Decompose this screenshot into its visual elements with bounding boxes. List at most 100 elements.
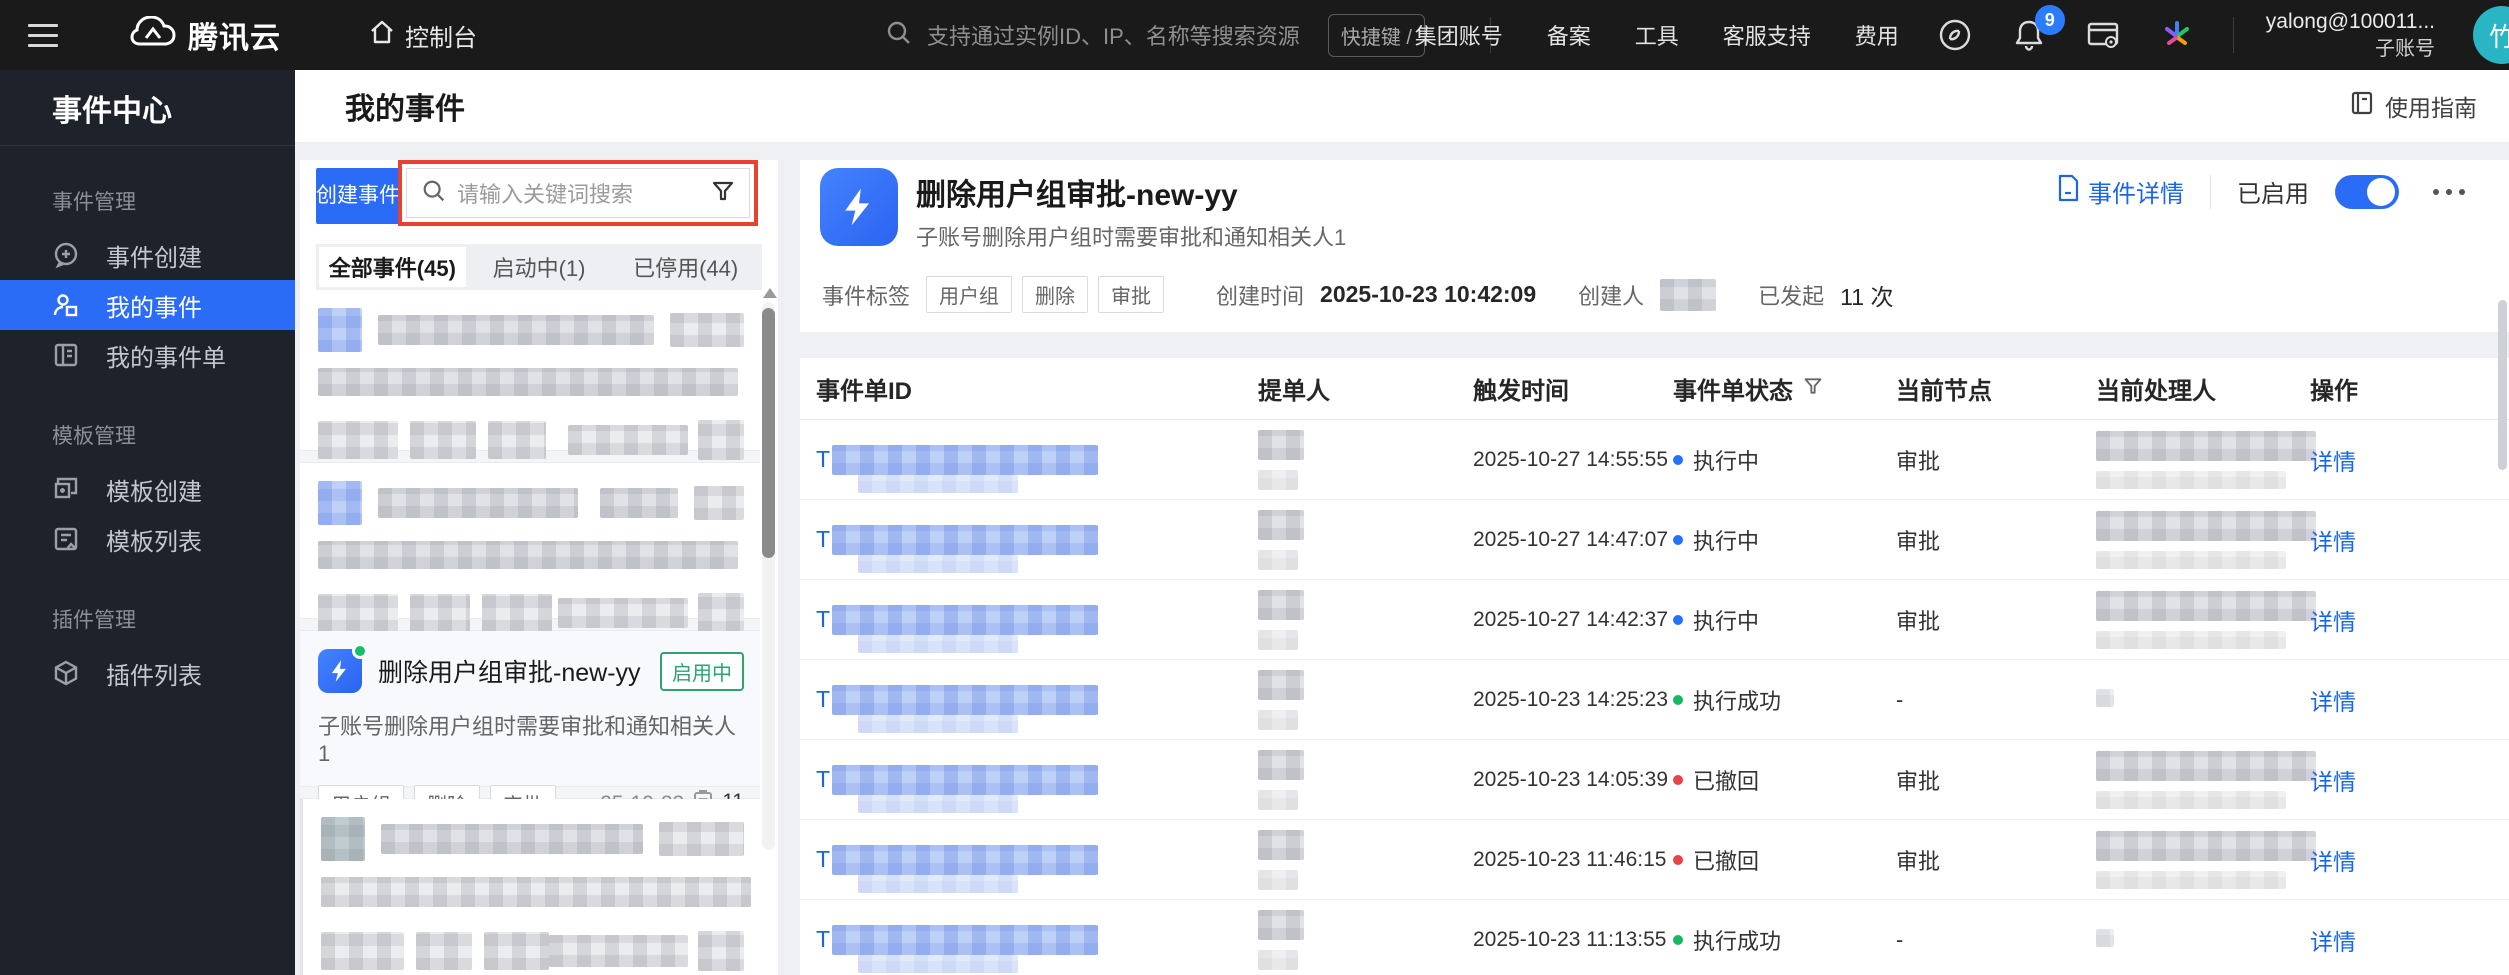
- col-current-node: 当前节点: [1896, 378, 1992, 405]
- sidebar-group-label: 事件管理: [52, 191, 136, 214]
- row-detail-link[interactable]: 详情: [2310, 529, 2356, 555]
- table-header-row: 事件单ID 提单人 触发时间 事件单状态 当前节点 当前处理人 操作: [800, 358, 2509, 420]
- enabled-toggle[interactable]: [2335, 174, 2399, 209]
- event-icon-redacted: [318, 481, 362, 525]
- current-handler: [2096, 687, 2310, 713]
- topbar-menu-item[interactable]: 集团账号: [1415, 19, 1503, 51]
- ticket-id-cell[interactable]: T: [816, 924, 1258, 973]
- row-detail-link[interactable]: 详情: [2310, 449, 2356, 475]
- handler-redacted: [2096, 590, 2316, 621]
- submitter-cell: [1258, 589, 1473, 650]
- table-row: T 2025-10-23 14:05:39 已撤回 审批 详情: [800, 740, 2509, 820]
- event-card-selected[interactable]: 删除用户组审批-new-yy 启用中 子账号删除用户组时需要审批和通知相关人1 …: [300, 631, 760, 822]
- hamburger-menu-icon[interactable]: [28, 23, 58, 47]
- enabled-label: 已启用: [2237, 181, 2309, 208]
- topbar-menu-item[interactable]: 费用: [1855, 19, 1899, 51]
- notification-badge: 9: [2034, 5, 2065, 35]
- current-node: 审批: [1896, 528, 1941, 554]
- tag: 用户组: [926, 276, 1013, 313]
- row-detail-link[interactable]: 详情: [2310, 609, 2356, 635]
- ticket-id-redacted: [832, 444, 1099, 475]
- submitter-redacted: [1258, 429, 1304, 460]
- status-filter-funnel-icon[interactable]: [1803, 375, 1823, 403]
- topbar-menu-item[interactable]: 工具: [1635, 19, 1679, 51]
- event-tab[interactable]: 全部事件(45): [319, 247, 466, 287]
- ticket-id-cell[interactable]: T: [816, 764, 1258, 813]
- creator-redacted: [1660, 278, 1717, 311]
- trigger-time: 2025-10-23 11:13:55: [1473, 927, 1667, 951]
- keyword-search-input[interactable]: 请输入关键词搜索: [406, 168, 750, 218]
- trigger-time: 2025-10-23 11:46:15: [1473, 847, 1667, 871]
- scrollbar-thumb[interactable]: [762, 308, 775, 558]
- topbar-menu-item[interactable]: 备案: [1547, 19, 1591, 51]
- event-card-redacted[interactable]: [300, 290, 760, 460]
- current-handler: [2096, 590, 2316, 649]
- current-node: 审批: [1896, 848, 1941, 874]
- col-ticket-status: 事件单状态: [1673, 378, 1793, 405]
- create-event-button[interactable]: 创建事件: [316, 168, 400, 224]
- current-handler: [2096, 430, 2316, 489]
- ticket-id-cell[interactable]: T: [816, 524, 1258, 573]
- event-card-redacted[interactable]: [300, 799, 760, 975]
- event-tab[interactable]: 启动中(1): [466, 247, 613, 287]
- sidebar-group-label: 模板管理: [52, 425, 136, 448]
- sidebar-item-我的事件单[interactable]: 我的事件单: [0, 330, 295, 380]
- sidebar-item-插件列表[interactable]: 插件列表: [0, 648, 295, 698]
- row-detail-link[interactable]: 详情: [2310, 929, 2356, 955]
- row-detail-link[interactable]: 详情: [2310, 849, 2356, 875]
- event-card-redacted[interactable]: [300, 463, 760, 633]
- ticket-id-cell[interactable]: T: [816, 604, 1258, 653]
- sidebar-title: 事件中心: [0, 70, 295, 146]
- account-info[interactable]: yalong@100011... 子账号: [2266, 8, 2435, 61]
- row-detail-link[interactable]: 详情: [2310, 769, 2356, 795]
- event-tickets-table: 事件单ID 提单人 触发时间 事件单状态 当前节点 当前处理人 操作 T 202…: [800, 358, 2509, 975]
- global-search[interactable]: 支持通过实例ID、IP、名称等搜索资源 快捷键 /: [885, 0, 1485, 70]
- event-tabs: 全部事件(45) 启动中(1) 已停用(44): [316, 244, 762, 290]
- support-ticket-icon[interactable]: [1937, 17, 1973, 53]
- topbar-menu-item[interactable]: 客服支持: [1723, 19, 1811, 51]
- sidebar-item-模板列表[interactable]: 模板列表: [0, 514, 295, 564]
- ticket-id-redacted: [832, 764, 1099, 795]
- apps-colorful-icon[interactable]: [2159, 17, 2195, 53]
- handler-redacted: [2096, 688, 2114, 707]
- table-row: T 2025-10-27 14:55:55 执行中 审批 详情: [800, 420, 2509, 500]
- sidebar-item-事件创建[interactable]: 事件创建: [0, 230, 295, 280]
- page-scrollbar-thumb[interactable]: [2498, 300, 2507, 470]
- trigger-time: 2025-10-27 14:47:07: [1473, 527, 1668, 551]
- ticket-id-redacted: [832, 524, 1099, 555]
- table-row: T 2025-10-27 14:47:07 执行中 审批 详情: [800, 500, 2509, 580]
- ticket-status: 执行成功: [1673, 924, 1896, 956]
- status-dot: [1673, 934, 1683, 945]
- table-body: T 2025-10-27 14:55:55 执行中 审批 详情 T 2025-1…: [800, 420, 2509, 975]
- home-icon: [369, 19, 395, 52]
- handler-redacted: [2096, 750, 2316, 781]
- notification-bell-icon[interactable]: 9: [2011, 5, 2065, 53]
- ticket-id-cell[interactable]: T: [816, 844, 1258, 893]
- search-placeholder: 请输入关键词搜索: [457, 182, 634, 207]
- page-title: 我的事件: [345, 93, 465, 126]
- sidebar-item-我的事件[interactable]: 我的事件: [0, 280, 295, 330]
- ticket-icon: [52, 341, 80, 369]
- ticket-id-cell[interactable]: T: [816, 684, 1258, 733]
- filter-funnel-icon[interactable]: [711, 179, 735, 208]
- event-list-scrollbar[interactable]: [762, 302, 775, 850]
- trigger-time: 2025-10-27 14:55:55: [1473, 447, 1668, 471]
- scrollbar-up-arrow[interactable]: [763, 288, 777, 298]
- col-actions: 操作: [2310, 378, 2358, 405]
- event-tab[interactable]: 已停用(44): [612, 247, 759, 287]
- search-annotation-box: 请输入关键词搜索: [398, 160, 758, 226]
- trigger-time: 2025-10-23 14:05:39: [1473, 767, 1668, 791]
- row-detail-link[interactable]: 详情: [2310, 689, 2356, 715]
- handler-redacted: [2096, 430, 2316, 461]
- usage-guide-link[interactable]: 使用指南: [2349, 89, 2477, 123]
- plus-circle-icon: [52, 241, 80, 269]
- ticket-settings-icon[interactable]: [2085, 17, 2121, 53]
- ticket-id-cell[interactable]: T: [816, 444, 1258, 493]
- tencent-cloud-logo[interactable]: 腾讯云: [130, 13, 281, 57]
- sidebar-item-模板创建[interactable]: 模板创建: [0, 464, 295, 514]
- submitter-cell: [1258, 509, 1473, 570]
- event-detail-link[interactable]: 事件详情: [2056, 174, 2184, 209]
- more-actions-button[interactable]: [2433, 188, 2465, 195]
- avatar[interactable]: 竹: [2473, 6, 2509, 64]
- console-link[interactable]: 控制台: [369, 18, 477, 53]
